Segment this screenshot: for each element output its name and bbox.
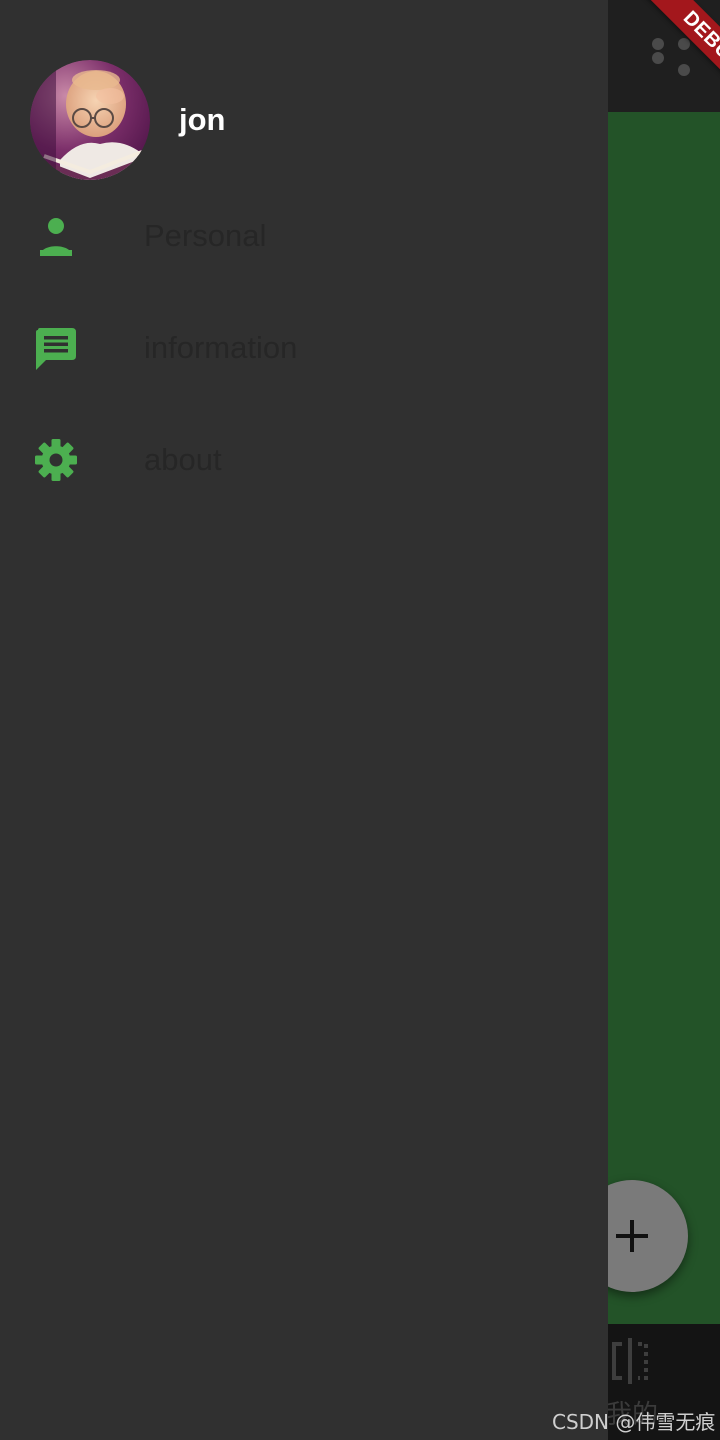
menu-item-label: information xyxy=(144,330,298,365)
watermark-text: CSDN @伟雪无痕 xyxy=(552,1410,716,1434)
menu-item-personal[interactable]: Personal xyxy=(0,180,608,292)
user-name: jon xyxy=(179,102,226,137)
split-view-icon[interactable] xyxy=(610,1338,650,1386)
debug-label: DEBUG xyxy=(642,0,720,112)
menu-item-label: Personal xyxy=(144,218,267,253)
message-icon xyxy=(36,328,76,370)
plus-icon xyxy=(616,1220,648,1252)
navigation-drawer: jon Personal information about xyxy=(0,0,608,1440)
debug-banner: DEBUG xyxy=(608,0,720,112)
person-icon xyxy=(40,218,72,256)
avatar[interactable] xyxy=(30,60,150,180)
menu-item-label: about xyxy=(144,442,222,477)
menu-item-about[interactable]: about xyxy=(0,404,608,516)
gear-icon xyxy=(35,439,77,481)
screen: 我的 DEBUG jon Personal information about … xyxy=(0,0,720,1440)
menu-item-information[interactable]: information xyxy=(0,292,608,404)
